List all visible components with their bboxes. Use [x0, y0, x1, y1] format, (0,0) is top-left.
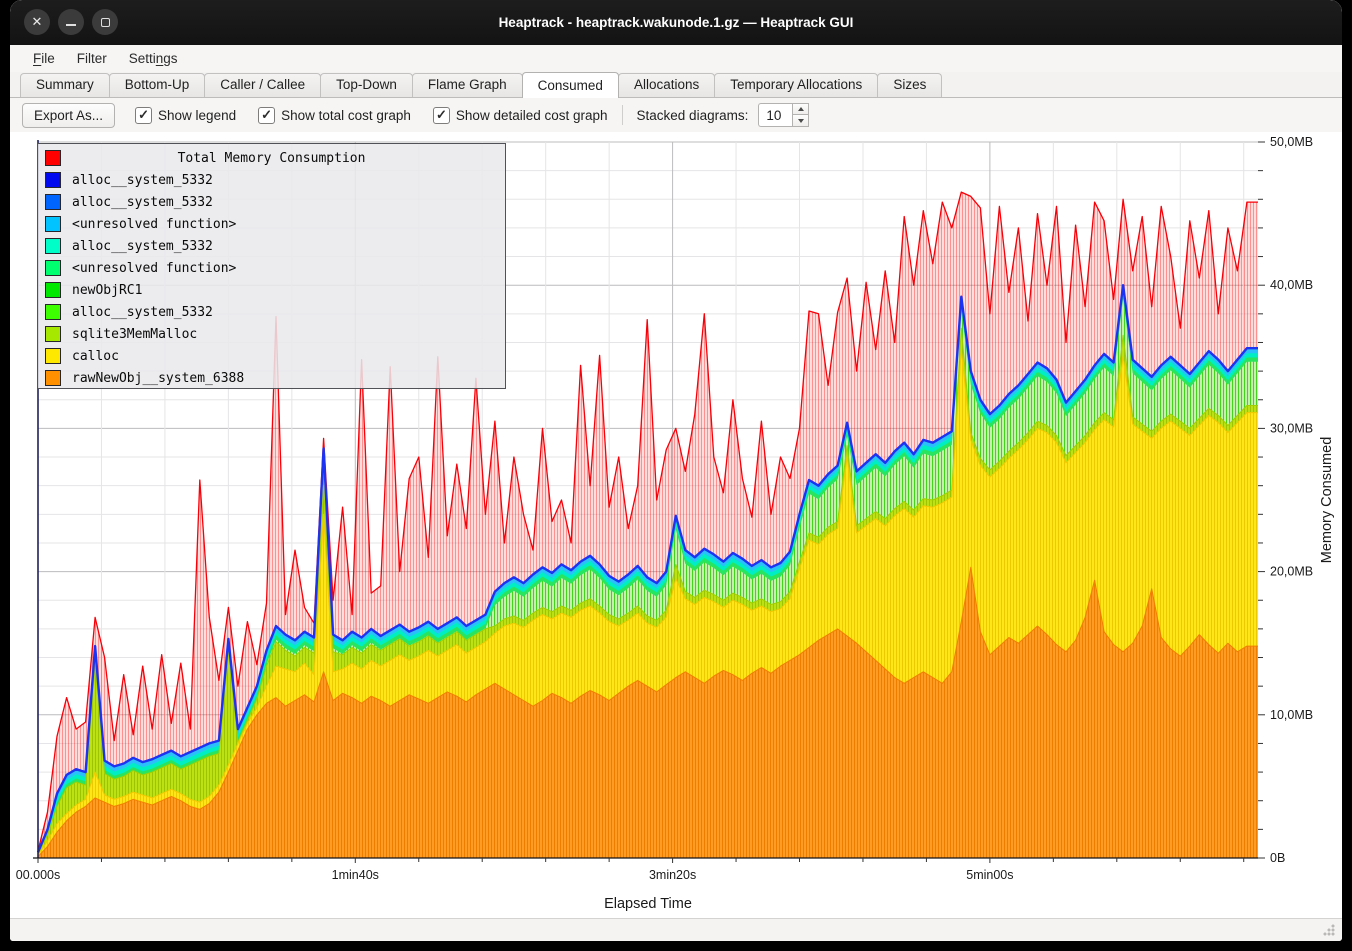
legend-item-label: sqlite3MemMalloc [72, 327, 197, 342]
menu-item-file[interactable]: File [22, 49, 66, 68]
checkbox-label: Show total cost graph [281, 108, 411, 123]
spin-down-button[interactable] [792, 115, 809, 127]
spin-up-icon [798, 107, 804, 111]
legend-item: alloc__system_5332 [38, 169, 505, 191]
menu-bar: FileFilterSettings [10, 45, 1342, 72]
menu-item-filter[interactable]: Filter [66, 49, 118, 68]
window-title: Heaptrack - heaptrack.wakunode.1.gz — He… [10, 0, 1342, 45]
checkbox-show-legend[interactable]: ✓ Show legend [135, 107, 236, 124]
chart-legend: Total Memory Consumption alloc__system_53… [37, 143, 506, 389]
tab-flame-graph[interactable]: Flame Graph [412, 73, 523, 97]
legend-color-swatch [45, 260, 61, 276]
legend-item: calloc [38, 345, 505, 367]
tab-caller-callee[interactable]: Caller / Callee [204, 73, 321, 97]
legend-item: alloc__system_5332 [38, 191, 505, 213]
tab-top-down[interactable]: Top-Down [320, 73, 413, 97]
checkbox-show-total-cost-graph[interactable]: ✓ Show total cost graph [258, 107, 411, 124]
legend-item: alloc__system_5332 [38, 301, 505, 323]
title-bar[interactable]: ✕ Heaptrack - heaptrack.wakunode.1.gz — … [10, 0, 1342, 45]
stacked-diagrams-label: Stacked diagrams: [637, 108, 749, 123]
legend-item: sqlite3MemMalloc [38, 323, 505, 345]
x-axis-title: Elapsed Time [604, 896, 692, 912]
x-tick-label: 3min20s [649, 868, 696, 882]
legend-item-label: newObjRC1 [72, 283, 142, 298]
legend-item-label: alloc__system_5332 [72, 173, 213, 188]
legend-item: <unresolved function> [38, 257, 505, 279]
legend-color-swatch [45, 238, 61, 254]
memory-consumed-chart[interactable]: 00.000s 1min40s 3min20s 5min00s 0B 10,0MB 20,0… [10, 132, 1342, 918]
status-bar [10, 918, 1342, 941]
tab-bar: SummaryBottom-UpCaller / CalleeTop-DownF… [10, 72, 1342, 98]
legend-item: rawNewObj__system_6388 [38, 367, 505, 389]
legend-title: Total Memory Consumption [38, 151, 505, 166]
legend-item: alloc__system_5332 [38, 235, 505, 257]
y-tick-label: 50,0MB [1270, 135, 1313, 149]
heaptrack-window: ✕ Heaptrack - heaptrack.wakunode.1.gz — … [10, 0, 1342, 941]
checkbox-icon: ✓ [433, 107, 450, 124]
legend-item-label: alloc__system_5332 [72, 239, 213, 254]
legend-item: newObjRC1 [38, 279, 505, 301]
toolbar: Export As... ✓ Show legend ✓ Show total cos… [10, 98, 1342, 132]
tab-temporary-allocations[interactable]: Temporary Allocations [714, 73, 878, 97]
y-tick-label: 30,0MB [1270, 421, 1313, 435]
resize-grip[interactable] [1322, 923, 1336, 937]
legend-item-label: rawNewObj__system_6388 [72, 371, 244, 386]
stacked-diagrams-spinbox[interactable]: 10 [758, 103, 809, 127]
checkbox-show-detailed-cost-graph[interactable]: ✓ Show detailed cost graph [433, 107, 608, 124]
legend-color-swatch [45, 304, 61, 320]
checkbox-label: Show legend [158, 108, 236, 123]
tab-sizes[interactable]: Sizes [877, 73, 942, 97]
menu-item-settings[interactable]: Settings [118, 49, 189, 68]
y-tick-label: 40,0MB [1270, 278, 1313, 292]
toolbar-separator [622, 105, 623, 125]
y-tick-label: 20,0MB [1270, 565, 1313, 579]
tab-bottom-up[interactable]: Bottom-Up [109, 73, 206, 97]
tab-allocations[interactable]: Allocations [618, 73, 715, 97]
x-tick-label: 5min00s [966, 868, 1013, 882]
tab-summary[interactable]: Summary [20, 73, 110, 97]
x-tick-label: 1min40s [332, 868, 379, 882]
spin-up-button[interactable] [792, 103, 809, 115]
legend-item-label: calloc [72, 349, 119, 364]
y-tick-label: 10,0MB [1270, 708, 1313, 722]
legend-item: <unresolved function> [38, 213, 505, 235]
legend-item-label: <unresolved function> [72, 217, 236, 232]
checkbox-icon: ✓ [135, 107, 152, 124]
legend-color-swatch [45, 282, 61, 298]
checkbox-label: Show detailed cost graph [456, 108, 608, 123]
legend-color-swatch [45, 194, 61, 210]
legend-item-label: alloc__system_5332 [72, 195, 213, 210]
stacked-diagrams-value[interactable]: 10 [758, 103, 792, 127]
legend-item-label: <unresolved function> [72, 261, 236, 276]
y-axis-title: Memory Consumed [1319, 437, 1335, 564]
legend-color-swatch [45, 216, 61, 232]
legend-color-swatch [45, 172, 61, 188]
checkbox-icon: ✓ [258, 107, 275, 124]
spin-down-icon [798, 119, 804, 123]
tab-consumed[interactable]: Consumed [522, 72, 619, 98]
legend-color-swatch [45, 348, 61, 364]
legend-item-label: alloc__system_5332 [72, 305, 213, 320]
legend-title-row: Total Memory Consumption [38, 147, 505, 169]
export-as-button[interactable]: Export As... [22, 103, 115, 128]
x-tick-label: 00.000s [16, 868, 60, 882]
legend-color-swatch [45, 326, 61, 342]
y-tick-label: 0B [1270, 851, 1285, 865]
legend-color-swatch [45, 370, 61, 386]
